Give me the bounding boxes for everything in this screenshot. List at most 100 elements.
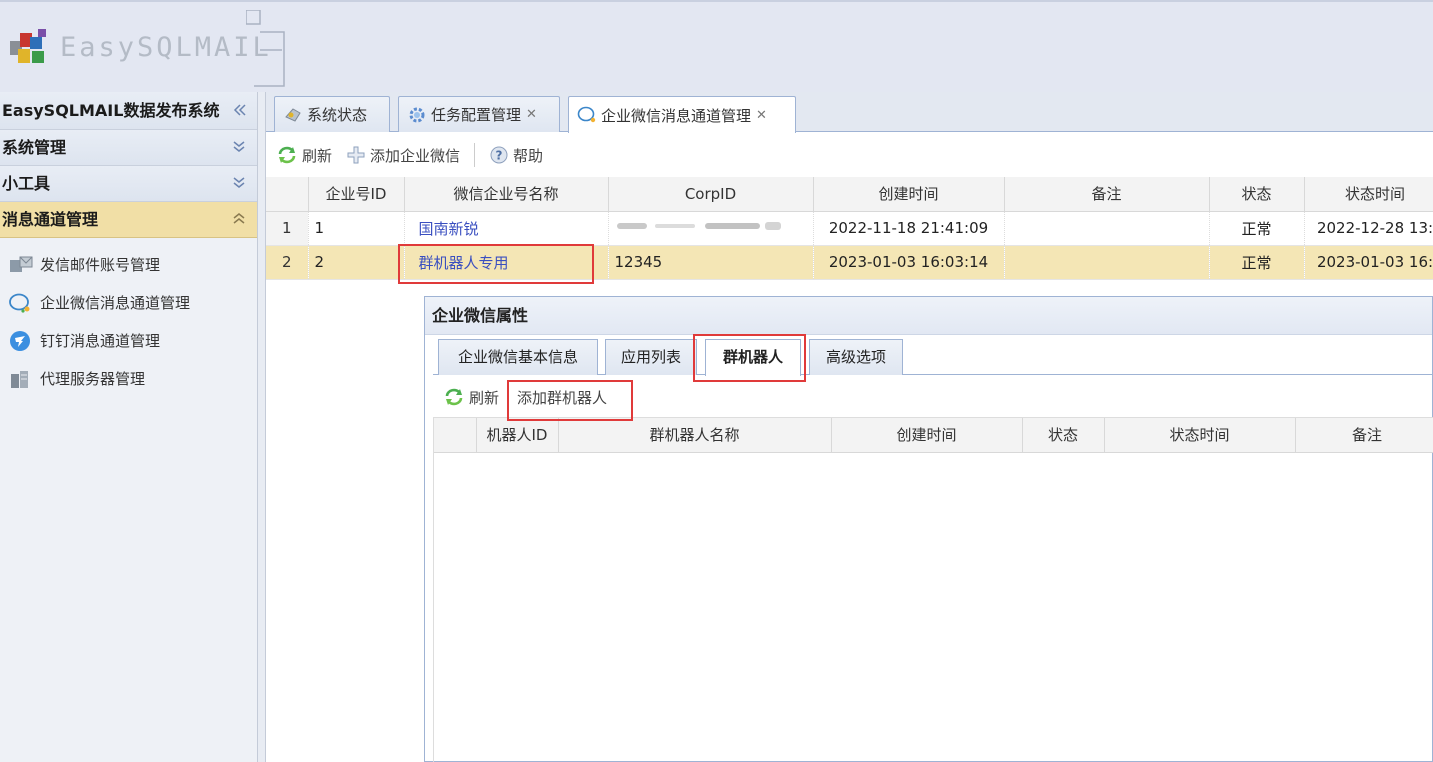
app-header: EasySQLMAIL	[0, 0, 1433, 92]
tab-advanced[interactable]: 高级选项	[809, 339, 903, 375]
sidebar-item-label: 钉钉消息通道管理	[40, 332, 161, 350]
sidebar-item-proxy-servers[interactable]: 代理服务器管理	[0, 360, 257, 398]
sidebar-system-title[interactable]: EasySQLMAIL数据发布系统	[0, 92, 257, 130]
rownum-header	[266, 177, 309, 212]
column-header[interactable]: 群机器人名称	[558, 418, 832, 453]
column-header[interactable]: CorpID	[608, 177, 814, 212]
grid-header-row: 企业号ID 微信企业号名称 CorpID 创建时间 备注 状态 状态时间	[266, 177, 1433, 212]
cell-note	[1004, 245, 1210, 280]
section-label: 系统管理	[2, 138, 67, 157]
refresh-icon	[445, 388, 463, 406]
toolbar-separator	[474, 143, 476, 167]
blurred-corpid	[616, 222, 781, 230]
tab-app-list[interactable]: 应用列表	[605, 339, 697, 375]
tab-group-robot[interactable]: 群机器人	[705, 339, 801, 376]
collapse-left-icon[interactable]	[231, 92, 247, 128]
tab-system-status[interactable]: 系统状态	[274, 96, 390, 132]
panel-refresh-button[interactable]: 刷新	[443, 387, 499, 408]
table-row-selected[interactable]: 2 2 群机器人专用 12345 2023-01-03 16:03:14 正常 …	[266, 245, 1433, 280]
sidebar-item-dingtalk-channel[interactable]: 钉钉消息通道管理	[0, 322, 257, 360]
refresh-label: 刷新	[302, 146, 333, 165]
section-label: 消息通道管理	[2, 210, 99, 229]
tab-wecom-channel[interactable]: 企业微信消息通道管理 ✕	[568, 96, 796, 133]
add-group-robot-button[interactable]: 添加群机器人	[517, 387, 607, 408]
tab-bar: 系统状态 任务配置管理 ✕ 企业微信消息通道管理 ✕	[266, 92, 1433, 133]
robot-grid: 机器人ID 群机器人名称 创建时间 状态 状态时间 备注	[433, 417, 1433, 762]
column-header[interactable]: 创建时间	[831, 418, 1023, 453]
column-header[interactable]: 状态	[1022, 418, 1105, 453]
add-label: 添加企业微信	[370, 146, 461, 165]
cell-corpid	[608, 211, 814, 246]
chevron-double-up-icon[interactable]	[231, 202, 247, 238]
cell-created: 2022-11-18 21:41:09	[813, 211, 1005, 246]
cell-name-link[interactable]: 群机器人专用	[404, 245, 609, 280]
svg-text:?: ?	[496, 149, 503, 163]
rownum-header	[434, 418, 477, 453]
row-number: 1	[266, 211, 309, 246]
help-label: 帮助	[513, 146, 544, 165]
tab-basic-info[interactable]: 企业微信基本信息	[438, 339, 598, 375]
mail-server-icon	[10, 256, 33, 272]
chevron-double-down-icon[interactable]	[231, 166, 247, 202]
wecom-properties-panel: 企业微信属性 企业微信基本信息 应用列表 群机器人 高级选项 刷新 添加群机器人	[424, 296, 1433, 762]
cell-corpid: 12345	[608, 245, 814, 280]
logo-text: EasySQLMAIL	[60, 32, 272, 63]
column-header[interactable]: 状态时间	[1104, 418, 1296, 453]
column-header[interactable]: 状态时间	[1304, 177, 1433, 212]
refresh-label: 刷新	[469, 388, 500, 407]
column-header[interactable]: 备注	[1295, 418, 1433, 453]
add-robot-label: 添加群机器人	[517, 388, 608, 407]
status-icon	[285, 107, 301, 122]
panel-toolbar: 刷新 添加群机器人	[433, 377, 1433, 417]
column-header[interactable]: 状态	[1209, 177, 1305, 212]
chat-bubble-icon	[577, 106, 596, 123]
sidebar-item-label: 发信邮件账号管理	[40, 256, 161, 274]
table-row[interactable]: 1 1 国南新锐 2022-11-18 21:41:09 正常 2022-12-…	[266, 211, 1433, 246]
column-header[interactable]: 备注	[1004, 177, 1210, 212]
refresh-icon	[278, 146, 296, 164]
plus-icon	[347, 146, 365, 164]
close-icon[interactable]: ✕	[526, 107, 537, 122]
add-wecom-button[interactable]: 添加企业微信	[346, 145, 460, 166]
sidebar-item-label: 代理服务器管理	[40, 370, 146, 388]
cell-status: 正常	[1209, 211, 1305, 246]
help-icon: ?	[490, 146, 508, 164]
panel-tab-bar: 企业微信基本信息 应用列表 群机器人 高级选项	[433, 335, 1433, 376]
sidebar: EasySQLMAIL数据发布系统 系统管理 小工具 消息通道管理 发信邮件账号…	[0, 92, 258, 762]
section-system-management[interactable]: 系统管理	[0, 130, 257, 166]
main-toolbar: 刷新 添加企业微信 ? 帮助	[266, 133, 1433, 177]
section-message-channel[interactable]: 消息通道管理	[0, 202, 257, 238]
cell-note	[1004, 211, 1210, 246]
row-number: 2	[266, 245, 309, 280]
logo-icon	[10, 29, 46, 63]
chevron-double-down-icon[interactable]	[231, 130, 247, 166]
cell-id: 1	[308, 211, 405, 246]
panel-title: 企业微信属性	[425, 297, 1432, 335]
column-header[interactable]: 微信企业号名称	[404, 177, 609, 212]
sidebar-splitter[interactable]	[258, 92, 266, 762]
column-header[interactable]: 创建时间	[813, 177, 1005, 212]
gear-icon	[409, 107, 425, 122]
help-button[interactable]: ? 帮助	[489, 145, 543, 166]
cell-status: 正常	[1209, 245, 1305, 280]
column-header[interactable]: 企业号ID	[308, 177, 405, 212]
column-header[interactable]: 机器人ID	[476, 418, 559, 453]
tab-label: 企业微信消息通道管理	[601, 106, 752, 125]
sidebar-item-mail-accounts[interactable]: 发信邮件账号管理	[0, 246, 257, 284]
sidebar-item-label: 企业微信消息通道管理	[40, 294, 191, 312]
logo-frame-decoration	[246, 10, 285, 87]
refresh-button[interactable]: 刷新	[276, 145, 332, 166]
cell-id: 2	[308, 245, 405, 280]
cell-status-time: 2022-12-28 13:	[1304, 211, 1433, 246]
cell-created: 2023-01-03 16:03:14	[813, 245, 1005, 280]
tab-task-config[interactable]: 任务配置管理 ✕	[398, 96, 560, 132]
chat-bubble-icon	[9, 293, 30, 313]
grid-header-row: 机器人ID 群机器人名称 创建时间 状态 状态时间 备注	[434, 418, 1433, 453]
tab-label: 任务配置管理	[431, 106, 522, 124]
close-icon[interactable]: ✕	[756, 108, 767, 123]
wecom-grid: 企业号ID 微信企业号名称 CorpID 创建时间 备注 状态 状态时间 1 1…	[266, 177, 1433, 280]
cell-name-link[interactable]: 国南新锐	[404, 211, 609, 246]
section-tools[interactable]: 小工具	[0, 166, 257, 202]
cell-status-time: 2023-01-03 16:	[1304, 245, 1433, 280]
sidebar-item-wecom-channel[interactable]: 企业微信消息通道管理	[0, 284, 257, 322]
